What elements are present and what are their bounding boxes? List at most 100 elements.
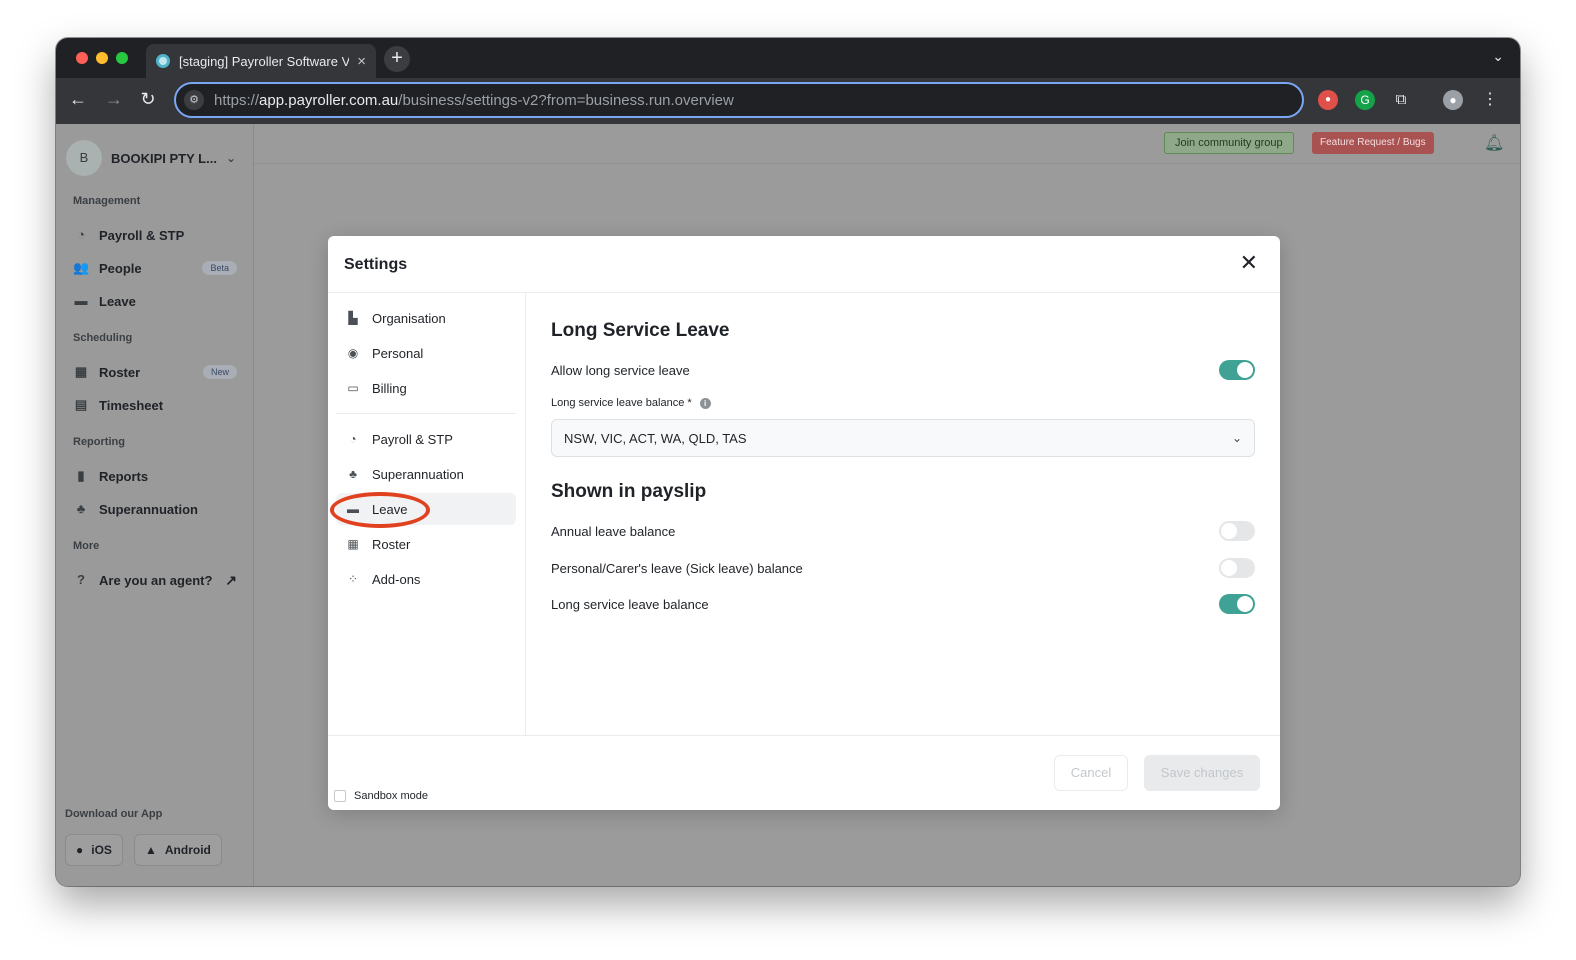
address-bar[interactable]: ⚙ https:// app.payroller.com.au /busines… (174, 82, 1304, 118)
forward-icon[interactable]: → (102, 89, 126, 110)
briefcase-icon: ▬ (74, 293, 88, 308)
browser-toolbar: ← → ↻ ⚙ https:// app.payroller.com.au /b… (56, 78, 1520, 124)
app-area: B BOOKIPI PTY L... ⌄ Management ◔ Payrol… (56, 124, 1520, 886)
menu-item-personal[interactable]: ◉ Personal (336, 337, 516, 369)
payroll-icon: ◔ (349, 432, 357, 446)
menu-item-organisation[interactable]: ▙ Organisation (336, 302, 516, 334)
maximize-window-button[interactable] (116, 52, 128, 64)
extension-icon[interactable]: ● (1318, 90, 1338, 110)
sidebar-item-payroll[interactable]: ◔ Payroll & STP (73, 223, 237, 247)
menu-item-label: Superannuation (372, 466, 464, 482)
menu-item-label: Organisation (372, 310, 446, 326)
menu-item-label: Personal (372, 345, 424, 361)
payslip-heading: Shown in payslip (551, 481, 707, 502)
site-info-icon[interactable]: ⚙ (184, 90, 204, 110)
sidebar-item-label: People (99, 260, 142, 276)
sidebar-item-people[interactable]: 👥 People Beta (73, 256, 237, 280)
tab-close-icon[interactable]: × (357, 53, 366, 70)
browser-menu-icon[interactable]: ⋮ (1480, 90, 1500, 110)
new-tab-button[interactable]: + (384, 46, 410, 72)
close-icon[interactable]: ✕ (1240, 252, 1258, 274)
user-circle-icon: ◉ (347, 346, 359, 360)
sandbox-mode[interactable]: Sandbox mode (334, 790, 428, 802)
sidebar-item-label: Leave (99, 293, 136, 309)
modal-header: Settings ✕ (328, 236, 1280, 293)
sidebar-item-timesheet[interactable]: ▤ Timesheet (73, 393, 237, 417)
sidebar-item-label: Are you an agent? (99, 572, 213, 588)
grid-icon: ⁘ (347, 572, 359, 586)
building-icon: ▙ (348, 311, 358, 325)
org-avatar: B (66, 140, 102, 176)
sidebar-item-roster[interactable]: ▦ Roster New (73, 360, 237, 384)
sidebar-item-superannuation[interactable]: ♣ Superannuation (73, 497, 237, 521)
menu-item-superannuation[interactable]: ♣ Superannuation (336, 458, 516, 490)
bell-icon[interactable]: 🔔︎ (1484, 133, 1504, 153)
android-icon: ▲ (145, 843, 157, 857)
feature-request-button[interactable]: Feature Request / Bugs (1312, 132, 1434, 154)
save-changes-button[interactable]: Save changes (1144, 755, 1260, 791)
android-app-button[interactable]: ▲ Android (134, 834, 222, 866)
section-more: More (73, 540, 100, 552)
reload-icon[interactable]: ↻ (136, 89, 160, 110)
close-window-button[interactable] (76, 52, 88, 64)
cancel-button[interactable]: Cancel (1054, 755, 1128, 791)
modal-footer: Sandbox mode Cancel Save changes (328, 735, 1280, 810)
annual-leave-label: Annual leave balance (551, 524, 676, 539)
sidebar-item-label: Payroll & STP (99, 227, 185, 243)
android-label: Android (164, 843, 211, 857)
allow-lsl-toggle[interactable] (1219, 360, 1255, 380)
modal-title: Settings (344, 256, 408, 273)
lsl-balance-select[interactable]: NSW, VIC, ACT, WA, QLD, TAS ⌄ (551, 419, 1255, 457)
sidebar-item-agent[interactable]: ? Are you an agent? ↗ (73, 568, 237, 592)
tab-title: [staging] Payroller Software V (179, 53, 350, 69)
menu-item-billing[interactable]: ▭ Billing (336, 372, 516, 404)
settings-menu: ▙ Organisation ◉ Personal ▭ Billing ◔ Pa… (328, 293, 526, 735)
ios-label: iOS (91, 843, 112, 857)
calendar-icon: ▦ (74, 364, 88, 379)
sidebar-item-label: Roster (99, 364, 141, 380)
allow-lsl-label: Allow long service leave (551, 363, 690, 378)
apple-icon: ● (76, 843, 84, 857)
sidebar-item-label: Timesheet (99, 397, 164, 413)
lsl-payslip-label: Long service leave balance (551, 597, 709, 612)
back-icon[interactable]: ← (66, 89, 90, 110)
sandbox-label: Sandbox mode (354, 790, 428, 802)
piggy-bank-icon: ♣ (349, 467, 357, 481)
personal-leave-label: Personal/Carer's leave (Sick leave) bala… (551, 561, 803, 576)
lsl-heading: Long Service Leave (551, 320, 730, 341)
browser-tab[interactable]: [staging] Payroller Software V × (146, 44, 376, 78)
people-icon: 👥 (73, 260, 90, 275)
org-switcher[interactable]: B BOOKIPI PTY L... ⌄ (66, 140, 236, 176)
join-community-button[interactable]: Join community group (1164, 132, 1294, 154)
minimize-window-button[interactable] (96, 52, 108, 64)
beta-badge: Beta (202, 261, 237, 275)
menu-item-label: Payroll & STP (372, 431, 453, 447)
new-badge: New (202, 365, 237, 379)
url-host: app.payroller.com.au (259, 91, 399, 109)
favicon-icon (156, 54, 170, 68)
info-icon[interactable]: i (699, 397, 711, 409)
sidebar-item-leave[interactable]: ▬ Leave (73, 289, 237, 313)
menu-item-addons[interactable]: ⁘ Add-ons (336, 563, 516, 595)
ios-app-button[interactable]: ● iOS (65, 834, 123, 866)
menu-item-label: Roster (372, 536, 411, 552)
lsl-balance-label: Long service leave balance * i (551, 397, 711, 409)
highlight-annotation (330, 492, 430, 528)
menu-item-roster[interactable]: ▦ Roster (336, 528, 516, 560)
top-bar: Join community group Feature Request / B… (254, 124, 1520, 164)
lsl-payslip-toggle[interactable] (1219, 594, 1255, 614)
sidebar-item-label: Reports (99, 468, 149, 484)
section-reporting: Reporting (73, 436, 125, 448)
sandbox-checkbox[interactable] (334, 790, 346, 802)
section-management: Management (73, 195, 141, 207)
extensions-puzzle-icon[interactable]: ⧉ (1391, 90, 1411, 110)
calendar-icon: ▦ (347, 537, 359, 551)
tab-search-icon[interactable]: ⌄ (1492, 48, 1504, 65)
annual-leave-toggle[interactable] (1219, 521, 1255, 541)
grammarly-icon[interactable]: G (1355, 90, 1375, 110)
menu-item-payroll[interactable]: ◔ Payroll & STP (336, 423, 516, 455)
personal-leave-toggle[interactable] (1219, 558, 1255, 578)
sidebar-item-reports[interactable]: ▮ Reports (73, 464, 237, 488)
profile-avatar[interactable]: ● (1443, 90, 1463, 110)
org-name: BOOKIPI PTY L... (111, 150, 217, 166)
